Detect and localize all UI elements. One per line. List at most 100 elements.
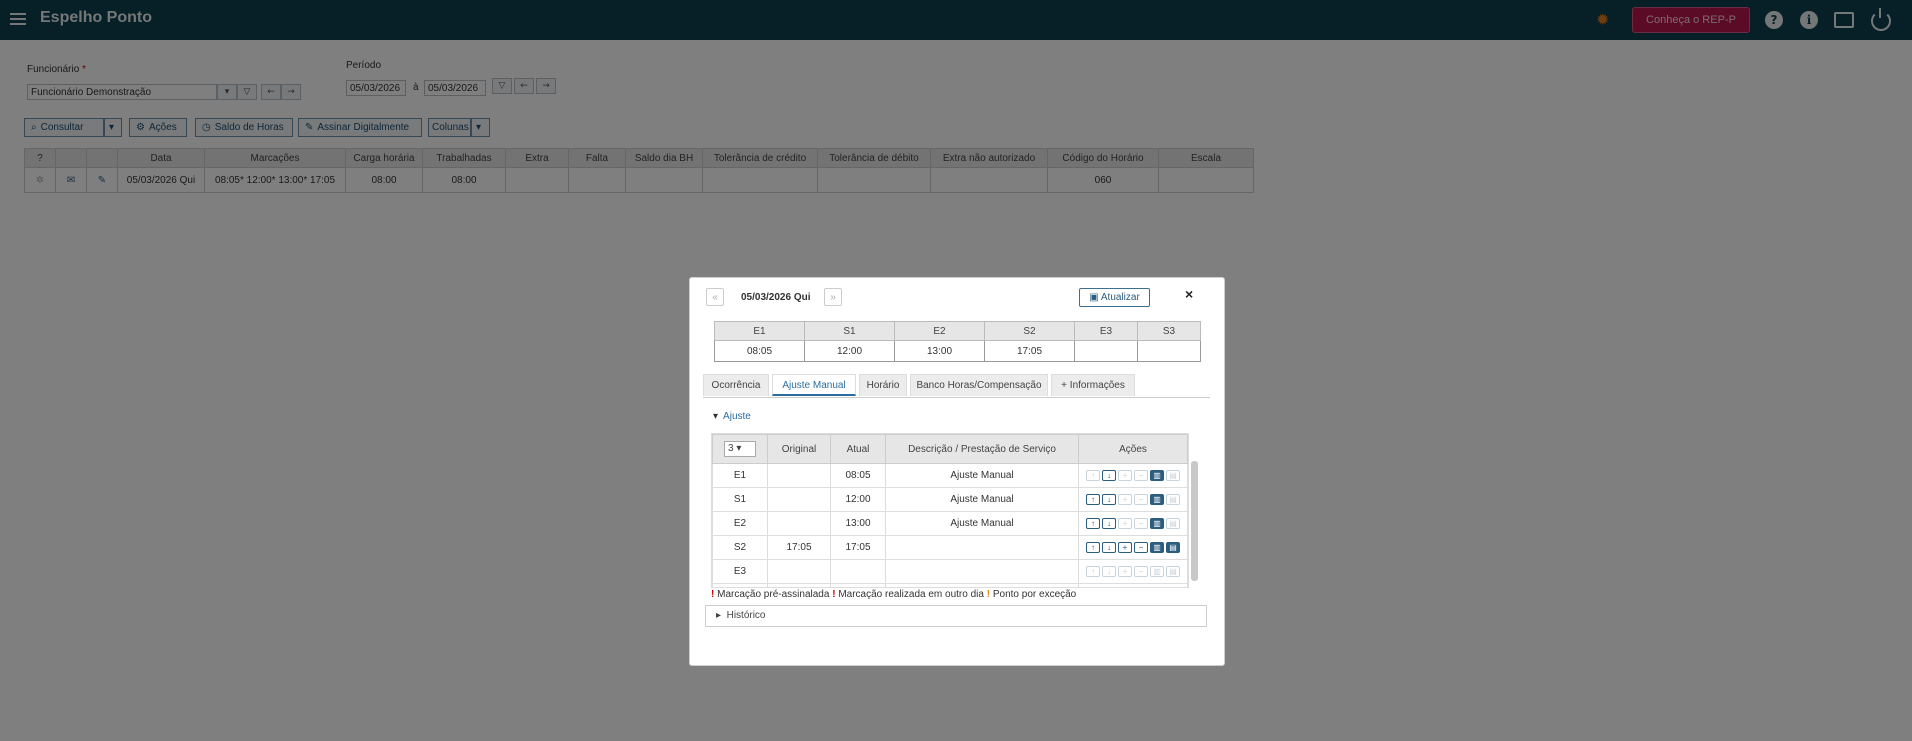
adjust-description — [885, 559, 1079, 584]
adjust-header: Ações — [1078, 434, 1188, 464]
marks-header: S2 — [984, 321, 1075, 341]
adjust-original: 17:05 — [767, 535, 831, 560]
adjust-label: E3 — [712, 559, 768, 584]
adjust-count-cell: 3 ▾ — [712, 434, 768, 464]
adjust-header: Atual — [830, 434, 886, 464]
next-day-button[interactable]: » — [824, 288, 842, 306]
mark-value: 17:05 — [984, 340, 1075, 362]
marks-header: S3 — [1137, 321, 1201, 341]
move-down-icon[interactable]: ↓ — [1102, 565, 1116, 577]
add-icon[interactable]: + — [1118, 541, 1132, 553]
restore-icon[interactable]: ▤ — [1166, 565, 1180, 577]
day-detail-modal: « 05/03/2026 Qui » ▣ Atualizar × E1 S1 E… — [689, 277, 1225, 666]
restore-icon[interactable]: ▤ — [1166, 517, 1180, 529]
marks-header: E2 — [894, 321, 985, 341]
adjust-current: 12:00 — [830, 487, 886, 512]
adjust-label: S2 — [712, 535, 768, 560]
adjust-original — [767, 487, 831, 512]
adjust-actions: ↑↓+−▥▤ — [1078, 535, 1188, 560]
remove-icon[interactable]: − — [1134, 469, 1148, 481]
adjust-count-select[interactable]: 3 ▾ — [724, 441, 756, 457]
modal-date: 05/03/2026 Qui — [741, 292, 811, 303]
modal-tabs: Ocorrência Ajuste Manual Horário Banco H… — [703, 374, 1210, 398]
add-icon[interactable]: + — [1118, 469, 1132, 481]
adjust-grid: 3 ▾ Original Atual Descrição / Prestação… — [711, 433, 1189, 588]
delete-icon[interactable]: ▥ — [1150, 565, 1164, 577]
marks-header: E3 — [1074, 321, 1138, 341]
move-up-icon[interactable]: ↑ — [1086, 493, 1100, 505]
move-up-icon[interactable]: ↑ — [1086, 517, 1100, 529]
adjust-header: Original — [767, 434, 831, 464]
add-icon[interactable]: + — [1118, 517, 1132, 529]
previous-day-button[interactable]: « — [706, 288, 724, 306]
table-row: S3 ↑↓+−▥▤ — [712, 583, 1188, 587]
adjust-header: Descrição / Prestação de Serviço — [885, 434, 1079, 464]
adjust-description: Ajuste Manual — [885, 487, 1079, 512]
adjust-original — [767, 511, 831, 536]
tab-more-info[interactable]: + Informações — [1051, 374, 1135, 396]
adjust-actions: ↑↓+−▥▤ — [1078, 559, 1188, 584]
adjust-actions: ↑↓+−▥▤ — [1078, 463, 1188, 488]
move-down-icon[interactable]: ↓ — [1102, 541, 1116, 553]
move-up-icon[interactable]: ↑ — [1086, 469, 1100, 481]
adjust-label: S3 — [712, 583, 768, 587]
delete-icon[interactable]: ▥ — [1150, 541, 1164, 553]
caret-down-icon: ▾ — [713, 411, 719, 422]
mark-value: 13:00 — [894, 340, 985, 362]
tab-schedule[interactable]: Horário — [859, 374, 907, 396]
tab-occurrence[interactable]: Ocorrência — [703, 374, 769, 396]
remove-icon[interactable]: − — [1134, 541, 1148, 553]
adjust-original — [767, 463, 831, 488]
mark-value — [1137, 340, 1201, 362]
adjust-description: Ajuste Manual — [885, 463, 1079, 488]
restore-icon[interactable]: ▤ — [1166, 541, 1180, 553]
close-icon[interactable]: × — [1185, 286, 1193, 302]
adjust-scrollbar[interactable] — [1191, 461, 1198, 581]
adjust-original — [767, 583, 831, 587]
delete-icon[interactable]: ▥ — [1150, 493, 1164, 505]
delete-icon[interactable]: ▥ — [1150, 517, 1164, 529]
adjust-actions: ↑↓+−▥▤ — [1078, 583, 1188, 587]
adjust-label: E1 — [712, 463, 768, 488]
history-section-toggle[interactable]: ▸ Histórico — [705, 605, 1207, 627]
delete-icon[interactable]: ▥ — [1150, 469, 1164, 481]
mark-value — [1074, 340, 1138, 362]
move-down-icon[interactable]: ↓ — [1102, 493, 1116, 505]
table-row: S2 17:05 17:05 ↑ ↓ + − ▥ ▤ — [712, 535, 1188, 560]
adjust-current: 13:00 — [830, 511, 886, 536]
update-button[interactable]: ▣ Atualizar — [1079, 288, 1150, 307]
table-row: E3 ↑ ↓ + − ▥ ▤ — [712, 559, 1188, 584]
remove-icon[interactable]: − — [1134, 517, 1148, 529]
remove-icon[interactable]: − — [1134, 493, 1148, 505]
adjust-current: 08:05 — [830, 463, 886, 488]
tab-manual-adjust[interactable]: Ajuste Manual — [772, 374, 856, 396]
remove-icon[interactable]: − — [1134, 565, 1148, 577]
move-down-icon[interactable]: ↓ — [1102, 517, 1116, 529]
add-icon[interactable]: + — [1118, 565, 1132, 577]
mark-value: 12:00 — [804, 340, 895, 362]
table-row: E1 08:05 Ajuste Manual ↑ ↓ + − ▥ ▤ — [712, 463, 1188, 488]
adjust-original — [767, 559, 831, 584]
add-icon[interactable]: + — [1118, 493, 1132, 505]
restore-icon[interactable]: ▤ — [1166, 469, 1180, 481]
marks-table: E1 S1 E2 S2 E3 S3 08:05 12:00 13:00 17:0… — [714, 321, 1201, 362]
table-row: E2 13:00 Ajuste Manual ↑ ↓ + − ▥ ▤ — [712, 511, 1188, 536]
restore-icon[interactable]: ▤ — [1166, 493, 1180, 505]
adjust-actions: ↑↓+−▥▤ — [1078, 487, 1188, 512]
adjust-current — [830, 559, 886, 584]
adjust-actions: ↑↓+−▥▤ — [1078, 511, 1188, 536]
adjust-description — [885, 535, 1079, 560]
adjust-section-toggle[interactable]: ▾ Ajuste — [713, 411, 751, 422]
adjust-description — [885, 583, 1079, 587]
move-up-icon[interactable]: ↑ — [1086, 541, 1100, 553]
adjust-current: 17:05 — [830, 535, 886, 560]
move-up-icon[interactable]: ↑ — [1086, 565, 1100, 577]
caret-right-icon: ▸ — [716, 610, 722, 621]
tab-hours-bank[interactable]: Banco Horas/Compensação — [910, 374, 1048, 396]
save-icon: ▣ — [1089, 292, 1099, 303]
adjust-current — [830, 583, 886, 587]
adjust-label: S1 — [712, 487, 768, 512]
adjust-description: Ajuste Manual — [885, 511, 1079, 536]
marks-legend: ! Marcação pré-assinalada ! Marcação rea… — [711, 589, 1077, 600]
move-down-icon[interactable]: ↓ — [1102, 469, 1116, 481]
